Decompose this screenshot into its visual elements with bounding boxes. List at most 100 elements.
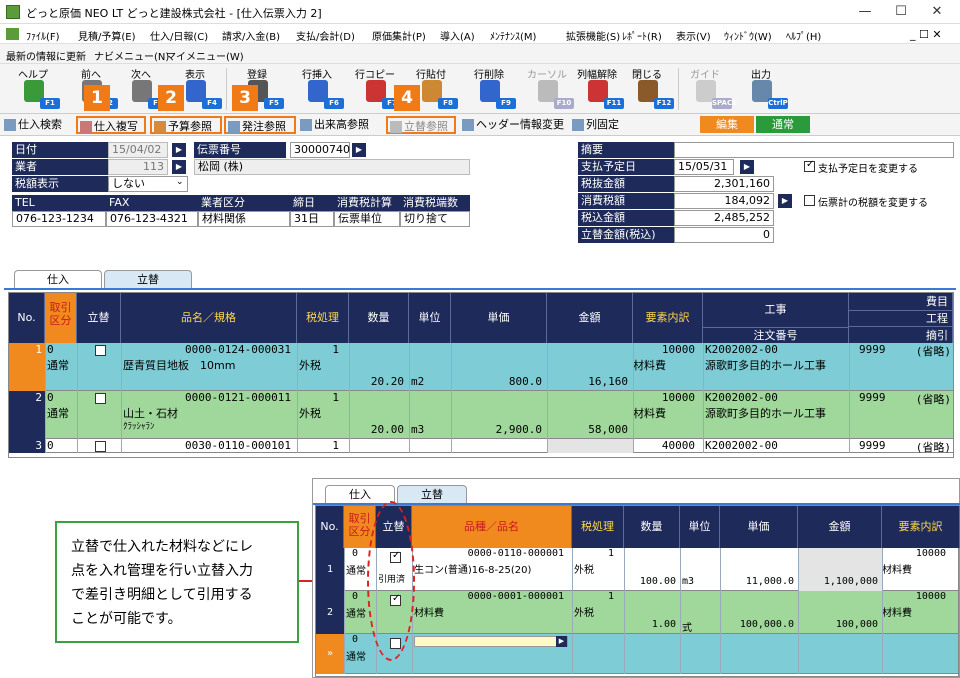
- column-separator: [297, 439, 298, 453]
- inset-element-name: [882, 647, 958, 660]
- paydate-change-checkbox[interactable]: [804, 159, 815, 172]
- menu-file[interactable]: ﾌｧｲﾙ(F): [26, 28, 60, 43]
- paydate-picker-icon[interactable]: ▶: [740, 160, 754, 174]
- note-line-1: 立替で仕入れた材料などにレ: [71, 539, 253, 555]
- menu-maintenance[interactable]: ﾒﾝﾃﾅﾝｽ(M): [490, 28, 536, 43]
- col-order: 注文番号: [703, 327, 849, 343]
- inset-col-item: 品種／品名: [412, 506, 572, 548]
- col-amount: 金額: [547, 293, 633, 343]
- close-button[interactable]: ✕: [922, 2, 952, 22]
- menu-extension[interactable]: 拡張機能(S): [566, 28, 620, 43]
- vendor-code-field[interactable]: 113: [108, 159, 168, 175]
- item-picker-icon[interactable]: ▶: [556, 636, 567, 647]
- tel-value: 076-123-1234: [12, 211, 106, 227]
- unit-value: m3: [411, 423, 425, 436]
- column-separator: [624, 548, 625, 591]
- refresh-link[interactable]: 最新の情報に更新: [6, 48, 86, 63]
- menu-payment[interactable]: 支払/会計(D): [296, 28, 355, 43]
- advance-ref-button[interactable]: 立替参照: [386, 116, 456, 134]
- col-tatekae: 立替: [77, 293, 121, 343]
- tatekae-checkbox[interactable]: [95, 441, 106, 452]
- menu-cost[interactable]: 原価集計(P): [372, 28, 426, 43]
- paydate-field[interactable]: 15/05/31: [674, 159, 734, 175]
- column-separator: [633, 439, 634, 453]
- mdi-controls[interactable]: _ ☐ ✕: [910, 28, 942, 41]
- tax-code: 1: [332, 343, 339, 356]
- function-key-badge: F12: [654, 98, 674, 109]
- menu-estimate[interactable]: 見積/予算(E): [78, 28, 136, 43]
- menu-billing[interactable]: 請求/入金(B): [222, 28, 280, 43]
- column-separator: [77, 343, 78, 391]
- table-row[interactable]: 1 0 通常 0000-0124-000031 歴青質目地板 10mm 1 外税 20.20 m…: [9, 343, 953, 391]
- toolbar-delete-row-button[interactable]: 行削除 F9: [460, 66, 518, 112]
- column-separator: [297, 343, 298, 391]
- inset-amount: 100,000: [835, 619, 878, 630]
- column-separator: [882, 591, 883, 634]
- slip-no-label: 伝票番号: [194, 142, 286, 158]
- element-code: 10000: [661, 343, 695, 356]
- item-spec: ｸﾗｯｼｬﾗﾝ: [123, 422, 155, 432]
- order-ref-button[interactable]: 発注参照: [224, 116, 296, 134]
- toolbar-guide-bulb-button[interactable]: ガイド SPACE: [676, 66, 737, 112]
- tax-picker-icon[interactable]: ▶: [778, 194, 792, 208]
- toolbar-print-button[interactable]: 出力 CtrlP: [732, 66, 790, 112]
- column-separator: [703, 439, 704, 453]
- vendor-label: 業者: [12, 159, 108, 175]
- menu-purchase[interactable]: 仕入/日報(C): [150, 28, 208, 43]
- toolbar-help-button[interactable]: ヘルプ F1: [4, 66, 62, 112]
- kubun-code: 0: [47, 343, 54, 356]
- maximize-button[interactable]: ☐: [886, 2, 916, 22]
- fix-columns-button[interactable]: 列固定: [570, 116, 634, 134]
- memo-field[interactable]: [674, 142, 954, 158]
- inset-tab-purchase[interactable]: 仕入: [325, 485, 395, 503]
- purchase-copy-button[interactable]: 仕入複写: [76, 116, 146, 134]
- budget-ref-button[interactable]: 予算参照: [150, 116, 222, 134]
- inset-col-no: No.: [316, 506, 344, 548]
- date-field[interactable]: 15/04/02: [108, 142, 168, 158]
- table-row[interactable]: 2 0 通常 0000-0121-000011 山土・石材 ｸﾗｯｼｬﾗﾝ 1 外税 20.00…: [9, 391, 953, 439]
- menu-help[interactable]: ﾍﾙﾌﾟ(H): [786, 28, 821, 43]
- toolbar-close-door-button[interactable]: 閉じる F12: [618, 66, 676, 112]
- col-unit: 単位: [409, 293, 451, 343]
- column-separator: [121, 391, 122, 439]
- callout-badge-2: 2: [158, 85, 184, 111]
- tax-change-checkbox[interactable]: [804, 195, 815, 206]
- tab-advance[interactable]: 立替: [104, 270, 192, 288]
- minimize-button[interactable]: —: [850, 2, 880, 22]
- tab-purchase[interactable]: 仕入: [14, 270, 102, 288]
- slip-no-field[interactable]: 30000740: [290, 142, 350, 158]
- header-change-button[interactable]: ヘッダー情報変更: [460, 116, 566, 134]
- fax-label: FAX: [106, 195, 198, 211]
- advance-icon: [390, 121, 402, 133]
- title-bar: どっと原価 NEO LT どっと建設株式会社 - [仕入伝票入力 2] — ☐ …: [0, 0, 960, 24]
- inset-price: 11,000.0: [745, 576, 794, 587]
- table-row[interactable]: 3 0 0030-0110-000101 1 40000 K2002002-00 9999 (…: [9, 439, 953, 453]
- tatekae-checkbox[interactable]: [95, 393, 106, 404]
- menu-report[interactable]: ﾚﾎﾟｰﾄ(R): [622, 28, 662, 43]
- vendor-picker-icon[interactable]: ▶: [172, 160, 186, 174]
- inset-table-row[interactable]: » 0 通常 ▶: [316, 634, 958, 674]
- mode-normal-toggle[interactable]: 通常: [756, 116, 810, 133]
- copy-icon: [80, 121, 92, 133]
- inset-element-code: 10000: [915, 548, 946, 559]
- inset-tab-advance[interactable]: 立替: [397, 485, 467, 503]
- column-separator: [680, 548, 681, 591]
- slip-picker-icon[interactable]: ▶: [352, 143, 366, 157]
- my-menu-link[interactable]: マイメニュー(W): [166, 48, 244, 63]
- date-picker-icon[interactable]: ▶: [172, 143, 186, 157]
- column-separator: [703, 391, 704, 439]
- kubun-name: 通常: [47, 359, 69, 371]
- advance-amount-value: 0: [674, 227, 774, 243]
- purchase-search-button[interactable]: 仕入検索: [2, 116, 76, 134]
- menu-window[interactable]: ｳｨﾝﾄﾞｳ(W): [724, 28, 772, 43]
- menu-setup[interactable]: 導入(A): [440, 28, 475, 43]
- new-item-input[interactable]: [414, 636, 568, 647]
- progress-ref-button[interactable]: 出来高参照: [298, 116, 382, 134]
- menu-view[interactable]: 表示(V): [676, 28, 711, 43]
- koji-name: 源歌町多目的ホール工事: [705, 359, 826, 371]
- mode-edit-toggle[interactable]: 編集: [700, 116, 754, 133]
- toolbar-insert-row-button[interactable]: 行挿入 F6: [288, 66, 346, 112]
- omitted-label: (省略): [915, 393, 951, 405]
- tatekae-checkbox[interactable]: [95, 345, 106, 356]
- navi-menu-link[interactable]: ナビメニュー(N): [94, 48, 169, 63]
